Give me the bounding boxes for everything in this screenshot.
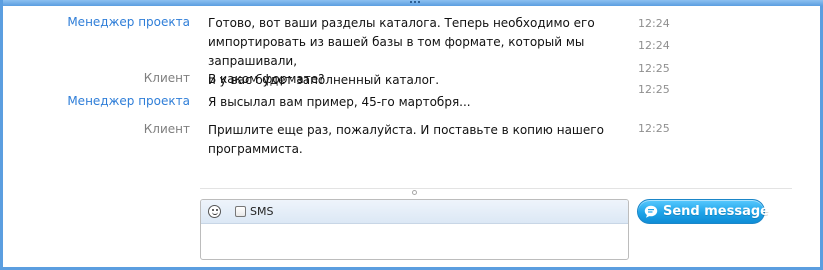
sender-name[interactable]: Менеджер проекта [67, 14, 190, 31]
message-text: В каком формате? [208, 70, 628, 89]
message-timestamp: 12:24 [638, 17, 670, 30]
message-text: Пришлите еще раз, пожалуйста. И поставьт… [208, 121, 628, 159]
message-timestamp: 12:25 [638, 122, 670, 135]
message-line: Готово, вот ваши разделы каталога. Тепер… [208, 16, 595, 30]
smiley-icon[interactable] [208, 205, 221, 218]
compose-box: SMS [200, 199, 629, 260]
chat-window: Менеджер проекта Готово, вот ваши раздел… [0, 0, 823, 270]
compose-splitter[interactable] [200, 188, 792, 189]
message-timestamp: 12:25 [638, 83, 670, 96]
message-timestamp: 12:24 [638, 39, 670, 52]
resize-grip[interactable] [410, 1, 420, 4]
sender-name[interactable]: Менеджер проекта [67, 93, 190, 110]
send-message-button[interactable]: Send message [637, 199, 769, 224]
message-input[interactable] [201, 225, 628, 259]
message-line: импортировать из вашей базы в том формат… [208, 35, 585, 68]
compose-toolbar: SMS [201, 200, 628, 224]
chat-bubble-icon [644, 205, 658, 218]
sms-checkbox[interactable] [235, 206, 246, 217]
message-line: программиста. [208, 142, 303, 156]
message-history: Менеджер проекта Готово, вот ваши раздел… [3, 6, 820, 184]
send-button-label: Send message [663, 204, 769, 219]
message-timestamp: 12:25 [638, 62, 670, 75]
message-text: Я высылал вам пример, 45-го мартобря... [208, 93, 628, 112]
splitter-handle[interactable] [412, 190, 417, 195]
message-line: В каком формате? [208, 72, 325, 86]
sender-name[interactable]: Клиент [144, 121, 190, 138]
sms-label[interactable]: SMS [250, 205, 273, 218]
message-line: Я высылал вам пример, 45-го мартобря... [208, 95, 471, 109]
message-line: Пришлите еще раз, пожалуйста. И поставьт… [208, 123, 604, 137]
sender-name[interactable]: Клиент [144, 70, 190, 87]
